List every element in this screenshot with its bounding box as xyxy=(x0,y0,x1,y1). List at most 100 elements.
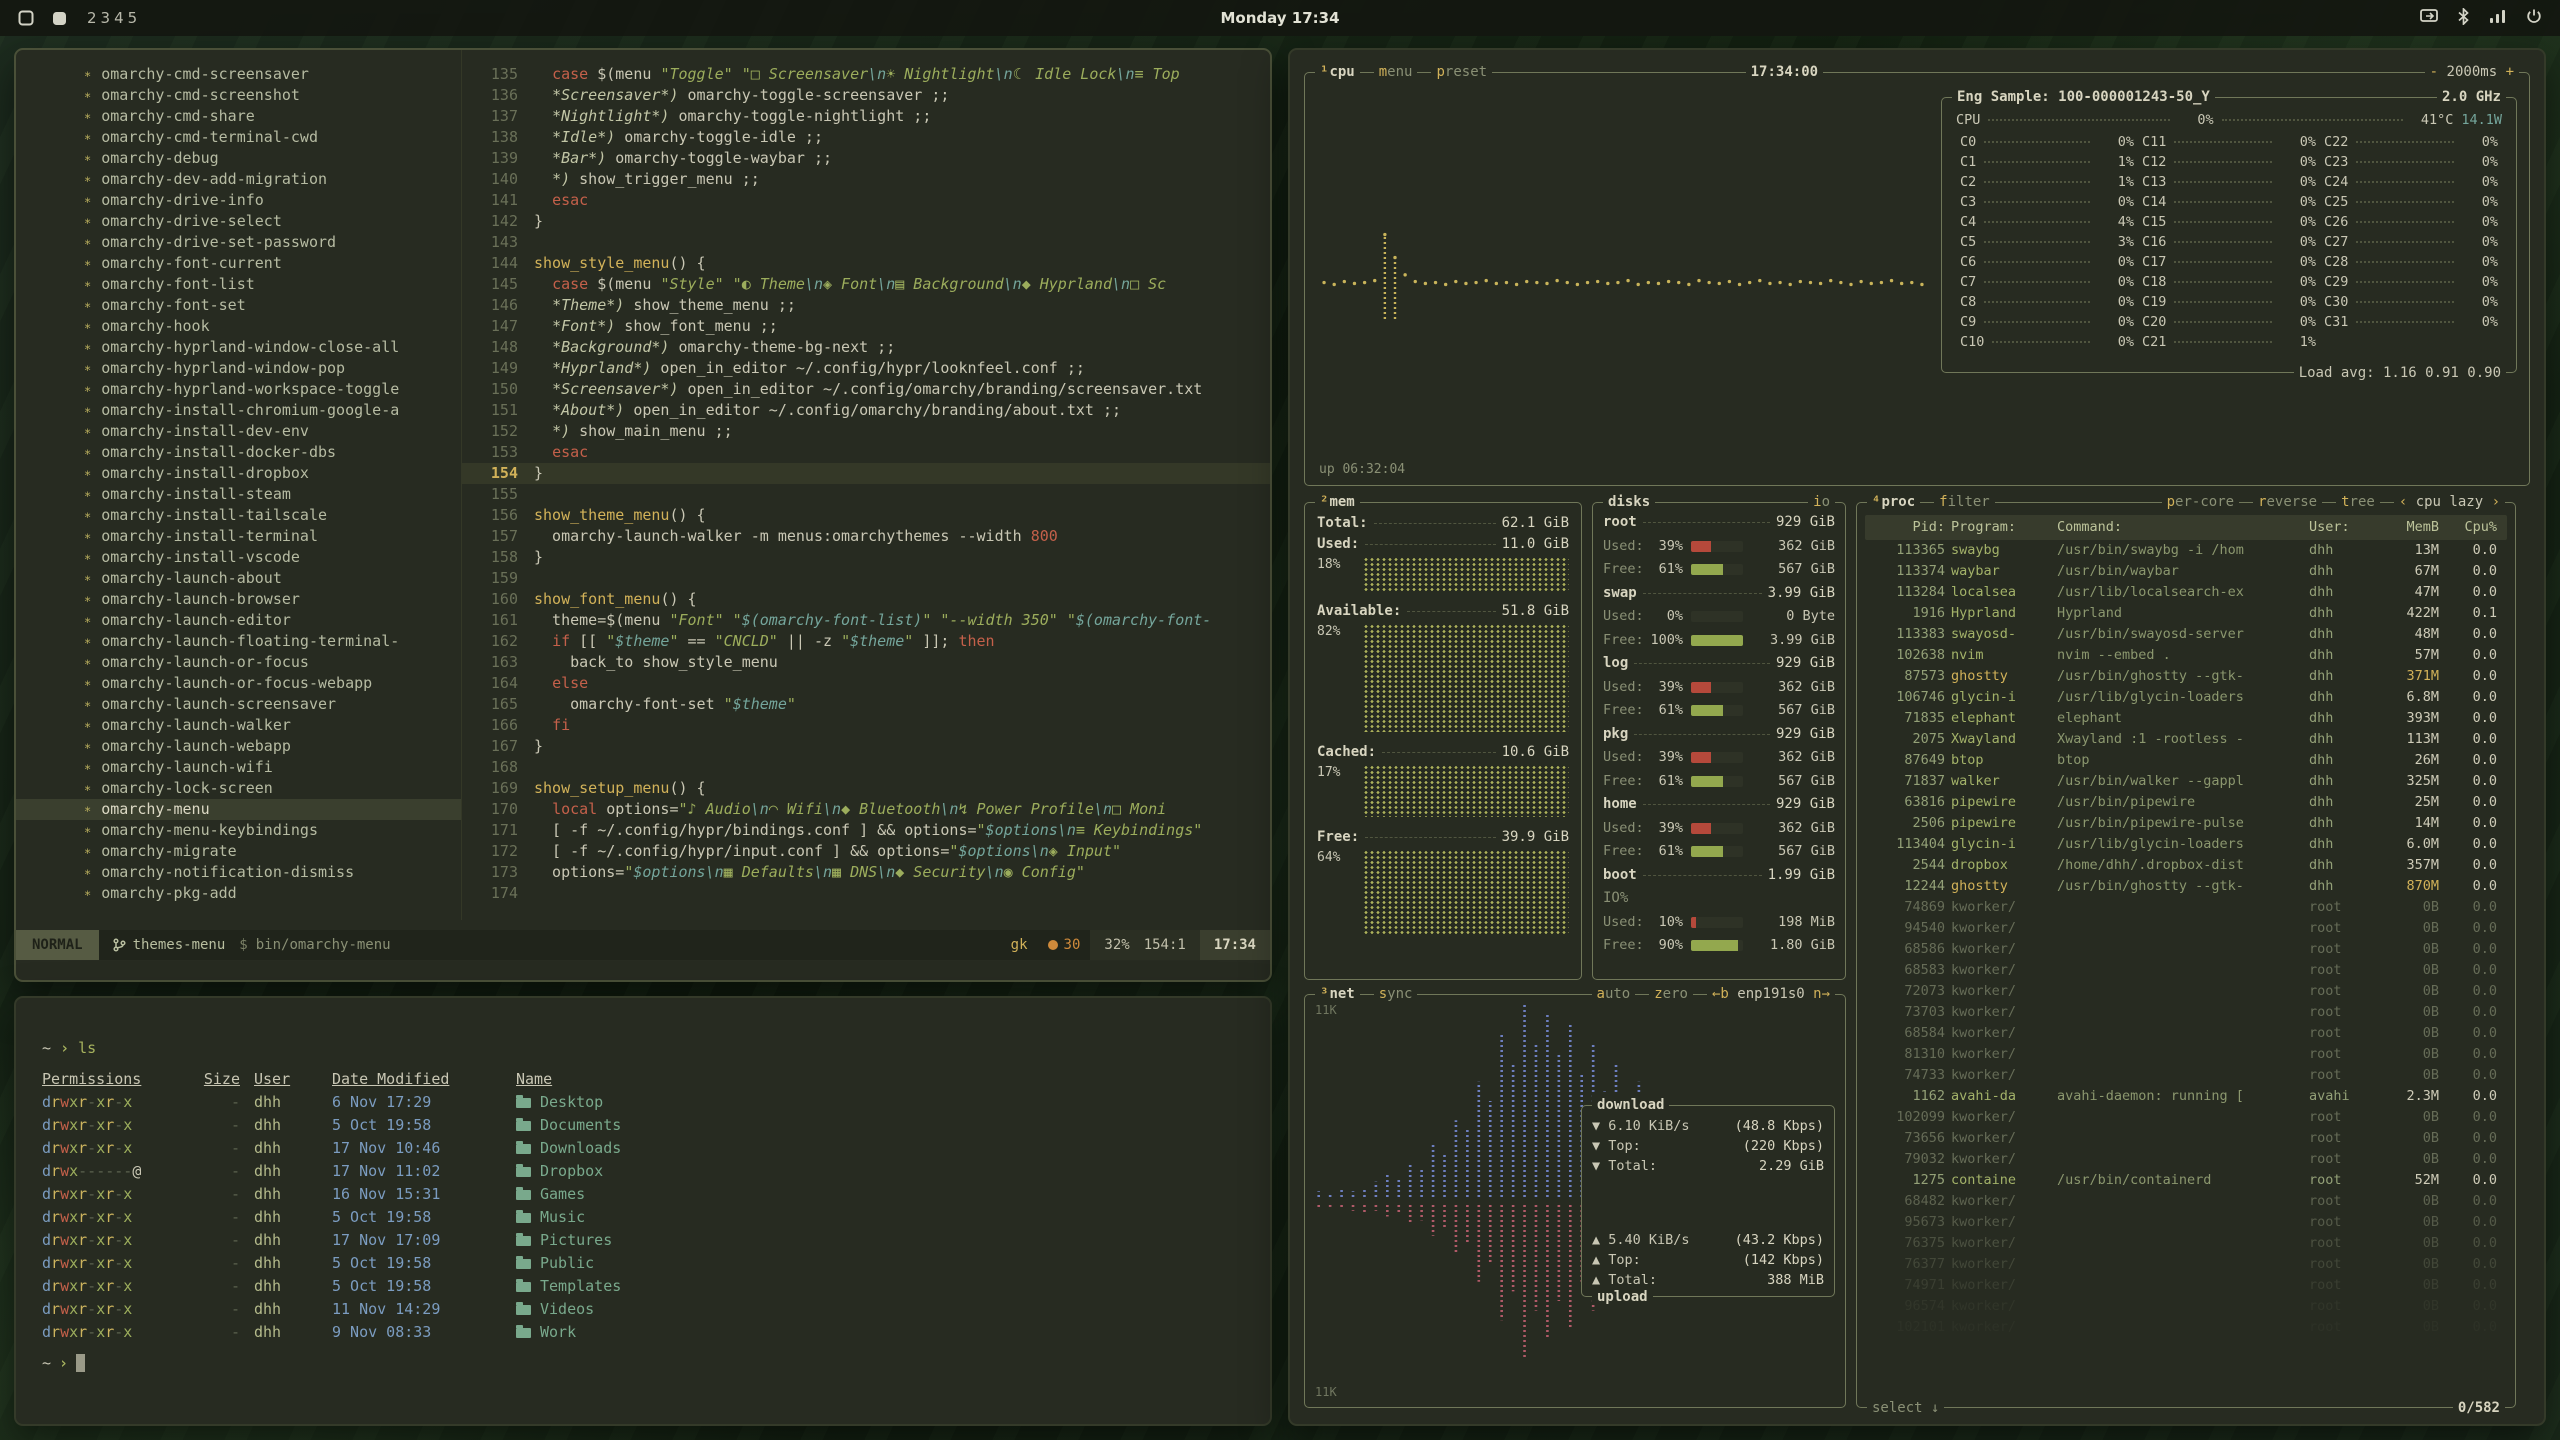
process-row[interactable]: 74733kworker/root0B0.0 xyxy=(1865,1065,2507,1086)
file-item[interactable]: ∗omarchy-install-terminal xyxy=(80,526,461,547)
process-row[interactable]: 68482kworker/root0B0.0 xyxy=(1865,1191,2507,1212)
workspace-3[interactable]: 3 xyxy=(99,9,113,27)
dir-name[interactable]: Documents xyxy=(516,1114,1244,1137)
file-item[interactable]: ∗omarchy-launch-webapp xyxy=(80,736,461,757)
dir-name[interactable]: Dropbox xyxy=(516,1160,1244,1183)
process-row[interactable]: 73703kworker/root0B0.0 xyxy=(1865,1002,2507,1023)
file-item[interactable]: ∗omarchy-install-tailscale xyxy=(80,505,461,526)
process-row[interactable]: 76375kworker/root0B0.0 xyxy=(1865,1233,2507,1254)
code-line[interactable]: 159 xyxy=(462,568,1270,589)
file-item[interactable]: ∗omarchy-hyprland-window-close-all xyxy=(80,337,461,358)
process-row[interactable]: 2506pipewire/usr/bin/pipewire-pulsedhh14… xyxy=(1865,813,2507,834)
logo-icon[interactable] xyxy=(18,10,34,26)
dir-name[interactable]: Videos xyxy=(516,1298,1244,1321)
process-row[interactable]: 1916HyprlandHyprlanddhh422M0.1 xyxy=(1865,603,2507,624)
workspace-5[interactable]: 5 xyxy=(126,9,140,27)
interface-switcher[interactable]: ←b enp191s0 n→ xyxy=(1707,984,1835,1004)
code-line[interactable]: 141 esac xyxy=(462,190,1270,211)
code-line[interactable]: 166 fi xyxy=(462,715,1270,736)
code-line[interactable]: 164 else xyxy=(462,673,1270,694)
code-line[interactable]: 167} xyxy=(462,736,1270,757)
process-row[interactable]: 68586kworker/root0B0.0 xyxy=(1865,939,2507,960)
code-line[interactable]: 162 if [[ "$theme" == "CNCLD" || -z "$th… xyxy=(462,631,1270,652)
file-item[interactable]: ∗omarchy-cmd-terminal-cwd xyxy=(80,127,461,148)
code-line[interactable]: 168 xyxy=(462,757,1270,778)
code-line[interactable]: 165 omarchy-font-set "$theme" xyxy=(462,694,1270,715)
code-line[interactable]: 153 esac xyxy=(462,442,1270,463)
file-item[interactable]: ∗omarchy-drive-set-password xyxy=(80,232,461,253)
process-row[interactable]: 95673kworker/root0B0.0 xyxy=(1865,1212,2507,1233)
workspace-active-indicator[interactable] xyxy=(52,11,67,26)
tree-button[interactable]: tree xyxy=(2336,492,2380,512)
file-item[interactable]: ∗omarchy-cmd-screensaver xyxy=(80,64,461,85)
code-line[interactable]: 139 *Bar*) omarchy-toggle-waybar ;; xyxy=(462,148,1270,169)
process-row[interactable]: 87573ghostty/usr/bin/ghostty --gtk-dhh37… xyxy=(1865,666,2507,687)
code-line[interactable]: 143 xyxy=(462,232,1270,253)
code-line[interactable]: 155 xyxy=(462,484,1270,505)
code-line[interactable]: 151 *About*) open_in_editor ~/.config/om… xyxy=(462,400,1270,421)
code-line[interactable]: 150 *Screensaver*) open_in_editor ~/.con… xyxy=(462,379,1270,400)
file-item[interactable]: ∗omarchy-font-set xyxy=(80,295,461,316)
code-line[interactable]: 149 *Hyprland*) open_in_editor ~/.config… xyxy=(462,358,1270,379)
volume-meter-icon[interactable] xyxy=(2489,9,2506,28)
process-row[interactable]: 113365swaybg/usr/bin/swaybg -i /homdhh13… xyxy=(1865,540,2507,561)
process-row[interactable]: 68584kworker/root0B0.0 xyxy=(1865,1023,2507,1044)
code-line[interactable]: 147 *Font*) show_font_menu ;; xyxy=(462,316,1270,337)
process-row[interactable]: 2075XwaylandXwayland :1 -rootless -dhh11… xyxy=(1865,729,2507,750)
filter-button[interactable]: filter xyxy=(1934,492,1995,512)
process-row[interactable]: 72073kworker/root0B0.0 xyxy=(1865,981,2507,1002)
code-line[interactable]: 138 *Idle*) omarchy-toggle-idle ;; xyxy=(462,127,1270,148)
code-line[interactable]: 136 *Screensaver*) omarchy-toggle-screen… xyxy=(462,85,1270,106)
process-row[interactable]: 113404glycin-i/usr/lib/glycin-loadersdhh… xyxy=(1865,834,2507,855)
process-row[interactable]: 113383swayosd-/usr/bin/swayosd-serverdhh… xyxy=(1865,624,2507,645)
power-icon[interactable] xyxy=(2526,8,2542,28)
code-line[interactable]: 140 *) show_trigger_menu ;; xyxy=(462,169,1270,190)
code-line[interactable]: 158} xyxy=(462,547,1270,568)
process-row[interactable]: 12244ghostty/usr/bin/ghostty --gtk-dhh87… xyxy=(1865,876,2507,897)
code-line[interactable]: 169show_setup_menu() { xyxy=(462,778,1270,799)
file-item[interactable]: ∗omarchy-launch-or-focus-webapp xyxy=(80,673,461,694)
preset-button[interactable]: preset xyxy=(1431,62,1492,82)
code-line[interactable]: 152 *) show_main_menu ;; xyxy=(462,421,1270,442)
file-item[interactable]: ∗omarchy-menu-keybindings xyxy=(80,820,461,841)
code-line[interactable]: 163 back_to show_style_menu xyxy=(462,652,1270,673)
file-item[interactable]: ∗omarchy-hyprland-workspace-toggle xyxy=(80,379,461,400)
code-line[interactable]: 160show_font_menu() { xyxy=(462,589,1270,610)
dir-name[interactable]: Work xyxy=(516,1321,1244,1344)
process-row[interactable]: 94540kworker/root0B0.0 xyxy=(1865,918,2507,939)
workspace-2[interactable]: 2 xyxy=(85,9,99,27)
process-row[interactable]: 1275containe/usr/bin/containerdroot52M0.… xyxy=(1865,1170,2507,1191)
process-row[interactable]: 1162avahi-daavahi-daemon: running [avahi… xyxy=(1865,1086,2507,1107)
zero-button[interactable]: zero xyxy=(1649,984,1693,1004)
file-item[interactable]: ∗omarchy-menu xyxy=(16,799,461,820)
file-item[interactable]: ∗omarchy-font-current xyxy=(80,253,461,274)
sort-selector[interactable]: ‹ cpu lazy › xyxy=(2394,492,2505,512)
code-line[interactable]: 154} xyxy=(462,463,1270,484)
file-item[interactable]: ∗omarchy-font-list xyxy=(80,274,461,295)
process-row[interactable]: 71835elephantelephantdhh393M0.0 xyxy=(1865,708,2507,729)
proc-header[interactable]: Pid: Program: Command: User: MemB Cpu% xyxy=(1865,515,2507,540)
code-line[interactable]: 148 *Background*) omarchy-theme-bg-next … xyxy=(462,337,1270,358)
per-core-button[interactable]: per-core xyxy=(2162,492,2239,512)
code-line[interactable]: 172 [ -f ~/.config/hypr/input.conf ] && … xyxy=(462,841,1270,862)
code-line[interactable]: 171 [ -f ~/.config/hypr/bindings.conf ] … xyxy=(462,820,1270,841)
dir-name[interactable]: Public xyxy=(516,1252,1244,1275)
bluetooth-icon[interactable] xyxy=(2458,8,2469,29)
code-line[interactable]: 135 case $(menu "Toggle" "□ Screensaver\… xyxy=(462,64,1270,85)
process-row[interactable]: 102099kworker/root0B0.0 xyxy=(1865,1107,2507,1128)
file-item[interactable]: ∗omarchy-cmd-share xyxy=(80,106,461,127)
file-item[interactable]: ∗omarchy-debug xyxy=(80,148,461,169)
file-item[interactable]: ∗omarchy-launch-floating-terminal- xyxy=(80,631,461,652)
select-hint[interactable]: select ↓ xyxy=(1867,1400,1944,1416)
file-item[interactable]: ∗omarchy-launch-browser xyxy=(80,589,461,610)
process-row[interactable]: 2544dropbox/home/dhh/.dropbox-distdhh357… xyxy=(1865,855,2507,876)
file-item[interactable]: ∗omarchy-notification-dismiss xyxy=(80,862,461,883)
file-item[interactable]: ∗omarchy-drive-info xyxy=(80,190,461,211)
dir-name[interactable]: Games xyxy=(516,1183,1244,1206)
sync-button[interactable]: sync xyxy=(1374,984,1418,1004)
process-row[interactable]: 102101kworker/root0B0.0 xyxy=(1865,1317,2507,1338)
process-row[interactable]: 74869kworker/root0B0.0 xyxy=(1865,897,2507,918)
process-row[interactable]: 73656kworker/root0B0.0 xyxy=(1865,1128,2507,1149)
dir-name[interactable]: Templates xyxy=(516,1275,1244,1298)
file-item[interactable]: ∗omarchy-install-dropbox xyxy=(80,463,461,484)
